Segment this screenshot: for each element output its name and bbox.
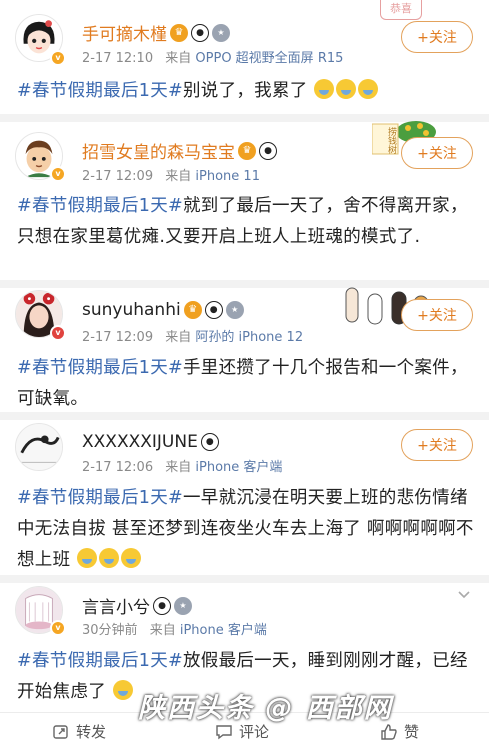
username[interactable]: XXXXXXIJUNE (82, 432, 198, 452)
verified-badge: v (50, 325, 66, 341)
card-label: 捞钱树 (386, 127, 396, 154)
post-meta: 2-17 12:09 来自 iPhone 11 (82, 165, 260, 184)
follow-label: +关注 (417, 146, 457, 162)
medal-icon: ★ (225, 301, 244, 319)
post-text: #春节假期最后1天#别说了，我累了 (17, 76, 477, 107)
post-text: #春节假期最后1天#就到了最后一天了，舍不得离开家，只想在家里葛优瘫.又要开启上… (17, 191, 477, 253)
post-time: 2-17 12:09 (82, 330, 154, 345)
panda-icon: ● (200, 433, 219, 451)
username[interactable]: 手可摘木槿 (82, 20, 167, 45)
repost-label: 转发 (76, 723, 107, 741)
follow-label: +关注 (417, 438, 457, 454)
repost-button[interactable]: 转发 (52, 721, 106, 742)
chevron-down-icon[interactable] (457, 588, 471, 602)
watermark: 陕西头条 @ 西部网 (138, 693, 393, 724)
topic-tag[interactable]: #春节假期最后1天# (17, 81, 183, 101)
post-meta: 2-17 12:09 来自 阿孙的 iPhone 12 (82, 326, 303, 345)
source-prefix: 来自 (165, 330, 192, 345)
crying-emoji-icon (358, 79, 379, 99)
post-time: 2-17 12:06 (82, 460, 154, 475)
follow-label: +关注 (417, 308, 457, 324)
follow-button[interactable]: +关注 (401, 137, 473, 169)
post-meta: 2-17 12:06 来自 iPhone 客户端 (82, 456, 282, 475)
username[interactable]: 招雪女皇的森马宝宝 (82, 138, 235, 163)
divider (0, 575, 489, 583)
source-prefix: 来自 (165, 169, 192, 184)
topic-tag[interactable]: #春节假期最后1天# (17, 196, 183, 216)
follow-button[interactable]: +关注 (401, 429, 473, 461)
medal-icon: ★ (212, 23, 230, 42)
source-link[interactable]: iPhone 客户端 (195, 460, 282, 475)
source-prefix: 来自 (149, 623, 176, 638)
post-time: 2-17 12:10 (82, 51, 154, 66)
crying-emoji-icon (314, 79, 335, 99)
follow-label: +关注 (417, 30, 457, 46)
post-time: 30分钟前 (82, 623, 138, 638)
worried-emoji-icon (112, 680, 133, 700)
username[interactable]: 言言小兮 (82, 593, 150, 618)
topic-tag[interactable]: #春节假期最后1天# (17, 488, 183, 508)
source-link[interactable]: iPhone 客户端 (180, 623, 267, 638)
verified-badge: v (50, 166, 66, 182)
topic-tag[interactable]: #春节假期最后1天# (17, 358, 183, 378)
crown-icon: ♛ (170, 23, 188, 42)
repost-icon (53, 724, 68, 739)
username[interactable]: sunyuhanhi (82, 300, 181, 320)
source-prefix: 来自 (165, 51, 192, 66)
panda-icon: ● (191, 23, 209, 42)
crying-emoji-icon (77, 548, 98, 568)
post-text: #春节假期最后1天#手里还攒了十几个报告和一个案件，可缺氧。 (17, 353, 477, 415)
like-label: 赞 (404, 723, 420, 741)
crown-icon: ♛ (238, 141, 256, 160)
stamp-text: 恭喜 (390, 2, 412, 15)
avatar-photo-image (16, 424, 62, 470)
crown-icon: ♛ (183, 301, 202, 319)
crying-emoji-icon (121, 548, 142, 568)
comment-icon (216, 724, 232, 739)
source-prefix: 来自 (165, 460, 192, 475)
follow-button[interactable]: +关注 (401, 299, 473, 331)
panda-icon: ● (153, 596, 171, 615)
post-time: 2-17 12:09 (82, 169, 154, 184)
crying-emoji-icon (336, 79, 357, 99)
medal-icon: ★ (174, 596, 192, 615)
avatar[interactable] (15, 423, 63, 471)
post-meta: 30分钟前 来自 iPhone 客户端 (82, 619, 267, 638)
panda-icon: ● (259, 141, 277, 160)
source-link[interactable]: 阿孙的 iPhone 12 (195, 330, 303, 345)
topic-tag[interactable]: #春节假期最后1天# (17, 651, 183, 671)
panda-icon: ● (204, 301, 223, 319)
post-body: 别说了，我累了 (182, 81, 308, 101)
divider (0, 412, 489, 420)
verified-badge: v (50, 50, 66, 66)
stamp-decoration: 恭喜 (380, 0, 422, 20)
source-link[interactable]: OPPO 超视野全面屏 R15 (195, 51, 343, 66)
post-text: #春节假期最后1天#一早就沉浸在明天要上班的悲伤情绪中无法自拔 甚至还梦到连夜坐… (17, 483, 477, 576)
thumbs-up-icon (381, 723, 397, 740)
post-meta: 2-17 12:10 来自 OPPO 超视野全面屏 R15 (82, 47, 343, 66)
follow-button[interactable]: +关注 (401, 21, 473, 53)
crying-emoji-icon (99, 548, 120, 568)
source-link[interactable]: iPhone 11 (195, 169, 260, 184)
verified-badge: v (50, 620, 66, 636)
